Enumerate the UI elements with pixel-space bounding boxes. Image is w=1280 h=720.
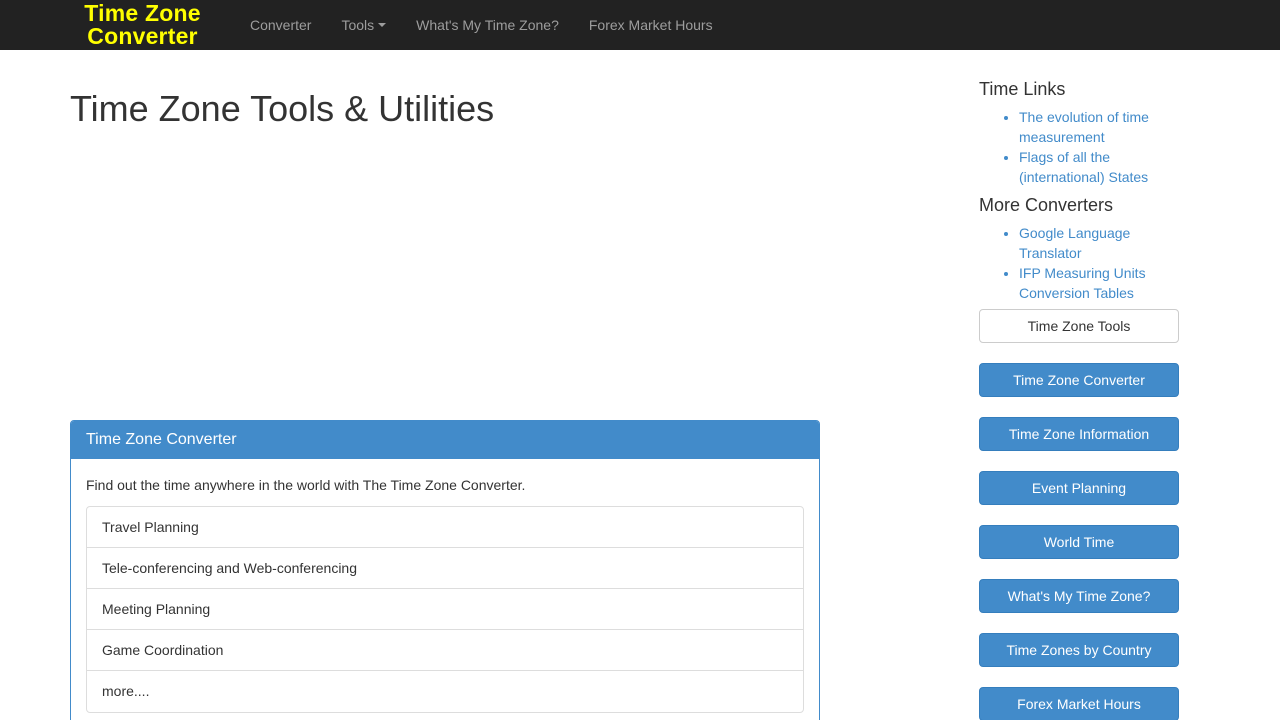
caret-down-icon	[378, 23, 387, 28]
time-zones-by-country-button[interactable]: Time Zones by Country	[979, 633, 1179, 667]
world-time-button[interactable]: World Time	[979, 525, 1179, 559]
nav-forex-market-hours[interactable]: Forex Market Hours	[574, 0, 728, 50]
link-flags-of-states[interactable]: Flags of all the (international) States	[1019, 149, 1148, 185]
nav-converter[interactable]: Converter	[235, 0, 326, 50]
top-navbar: Time Zone Converter Converter Tools What…	[0, 0, 1280, 50]
panel-body: Find out the time anywhere in the world …	[71, 459, 819, 720]
time-zone-information-button[interactable]: Time Zone Information	[979, 417, 1179, 451]
sidebar: Time Links The evolution of time measure…	[979, 76, 1179, 720]
page-title: Time Zone Tools & Utilities	[70, 88, 495, 129]
brand-line-2: Converter	[87, 23, 198, 49]
list-item: Google Language Translator	[1019, 223, 1179, 263]
link-evolution-of-time[interactable]: The evolution of time measurement	[1019, 109, 1149, 145]
converter-panel: Time Zone Converter Find out the time an…	[70, 420, 820, 720]
list-item-teleconferencing[interactable]: Tele-conferencing and Web-conferencing	[87, 548, 803, 589]
time-zone-tools-button[interactable]: Time Zone Tools	[979, 309, 1179, 343]
time-zone-converter-button[interactable]: Time Zone Converter	[979, 363, 1179, 397]
link-ifp-measuring-units[interactable]: IFP Measuring Units Conversion Tables	[1019, 265, 1146, 301]
list-item: The evolution of time measurement	[1019, 107, 1179, 147]
main-nav: Converter Tools What's My Time Zone? For…	[235, 0, 728, 50]
nav-tools-label: Tools	[341, 17, 375, 33]
brand-logo[interactable]: Time Zone Converter	[80, 2, 205, 48]
list-item: IFP Measuring Units Conversion Tables	[1019, 263, 1179, 303]
list-item-meeting-planning[interactable]: Meeting Planning	[87, 589, 803, 630]
more-converters-heading: More Converters	[979, 195, 1114, 215]
list-item-travel-planning[interactable]: Travel Planning	[87, 507, 803, 548]
panel-description: Find out the time anywhere in the world …	[86, 477, 526, 493]
more-converters-list: Google Language Translator IFP Measuring…	[979, 223, 1179, 303]
event-planning-button[interactable]: Event Planning	[979, 471, 1179, 505]
panel-heading: Time Zone Converter	[71, 421, 819, 459]
link-google-translator[interactable]: Google Language Translator	[1019, 225, 1130, 261]
forex-market-hours-button[interactable]: Forex Market Hours	[979, 687, 1179, 720]
list-item: Flags of all the (international) States	[1019, 147, 1179, 187]
time-links-list: The evolution of time measurement Flags …	[979, 107, 1179, 187]
list-item-game-coordination[interactable]: Game Coordination	[87, 630, 803, 671]
list-item-more[interactable]: more....	[87, 671, 803, 712]
whats-my-time-zone-button[interactable]: What's My Time Zone?	[979, 579, 1179, 613]
time-links-heading: Time Links	[979, 79, 1066, 99]
nav-whats-my-time-zone[interactable]: What's My Time Zone?	[401, 0, 574, 50]
use-case-list: Travel Planning Tele-conferencing and We…	[86, 506, 804, 713]
brand-line-1: Time Zone	[84, 0, 201, 26]
nav-tools-dropdown[interactable]: Tools	[326, 0, 401, 50]
